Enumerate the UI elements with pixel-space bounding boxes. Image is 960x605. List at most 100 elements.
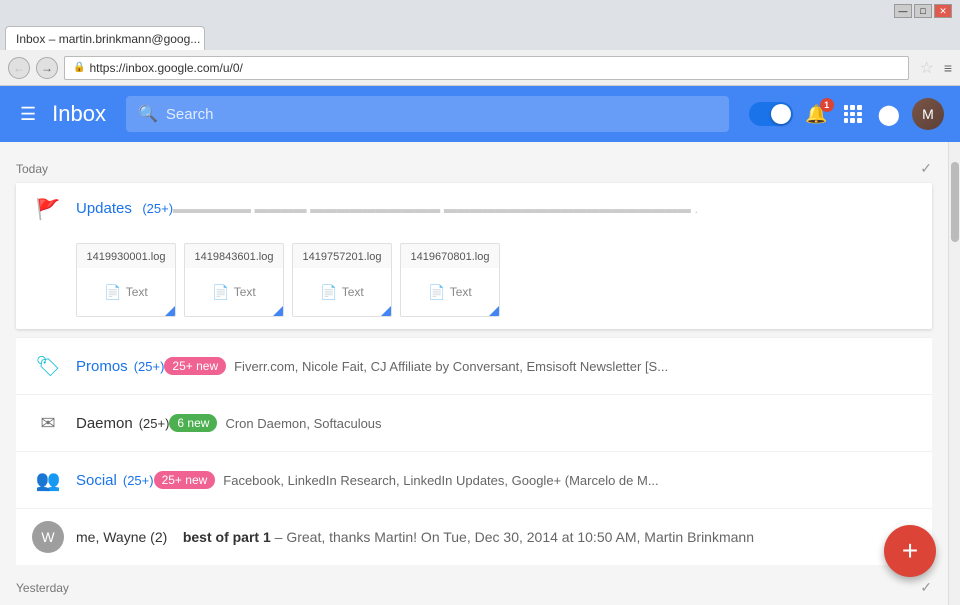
updates-bundle[interactable]: 🚩 Updates (25+) ▬▬▬▬▬▬ ▬▬▬▬ ▬▬▬▬▬▬▬▬▬▬ ▬… (16, 183, 932, 329)
wayne-subject: best of part 1 (183, 529, 271, 545)
grid-icon (844, 105, 862, 123)
attachment-1[interactable]: 1419930001.log 📄 Text (76, 243, 176, 317)
social-row[interactable]: 👥 Social (25+) 25+ new Facebook, LinkedI… (16, 451, 932, 508)
updates-count: (25+) (142, 201, 173, 216)
hamburger-button[interactable]: ☰ (16, 100, 40, 129)
attachment-1-type: Text (126, 285, 148, 299)
attachment-3-preview: 📄 Text (293, 268, 391, 316)
maximize-button[interactable]: □ (914, 4, 932, 18)
browser-menu-icon[interactable]: ≡ (944, 60, 952, 76)
nav-icons: 🔔 1 ⬤ M (749, 98, 944, 131)
lock-icon: 🔒 (73, 62, 85, 73)
doc-icon-1: 📄 (104, 284, 121, 301)
attachment-corner-2 (273, 306, 283, 316)
tag-symbol: 🏷 (35, 354, 60, 379)
doc-icon-2: 📄 (212, 284, 229, 301)
attachment-4-preview: 📄 Text (401, 268, 499, 316)
toggle-circle (771, 104, 791, 124)
grid-menu-button[interactable] (840, 101, 866, 127)
today-section-label: Today ✓ (16, 154, 932, 183)
scrollbar-thumb[interactable] (951, 162, 959, 242)
attachment-4-name: 1419670801.log (401, 244, 499, 268)
tag-icon: 🏷 (32, 350, 64, 382)
tab-title: Inbox – martin.brinkmann@goog... (16, 32, 200, 46)
browser-frame: — □ ✕ Inbox – martin.brinkmann@goog... ←… (0, 0, 960, 605)
daemon-title: Daemon (76, 415, 133, 432)
window-controls: — □ ✕ (894, 4, 952, 18)
envelope-icon: ✉ (32, 407, 64, 439)
promos-preview: Fiverr.com, Nicole Fait, CJ Affiliate by… (234, 359, 668, 374)
avatar-image: M (912, 98, 944, 130)
notification-button[interactable]: 🔔 1 (801, 100, 831, 129)
updates-preview: ▬▬▬▬▬▬ ▬▬▬▬ ▬▬▬▬▬▬▬▬▬▬ ▬▬▬▬▬▬▬▬▬▬▬▬▬▬▬▬▬… (173, 200, 916, 218)
bookmark-icon[interactable]: ☆ (919, 58, 933, 78)
browser-toolbar: ← → 🔒 https://inbox.google.com/u/0/ ☆ ≡ (0, 50, 960, 86)
toggle-button[interactable] (749, 102, 793, 126)
doc-icon-3: 📄 (320, 284, 337, 301)
attachment-corner-1 (165, 306, 175, 316)
wayne-sender: me, Wayne (2) best of part 1 – Great, th… (76, 529, 754, 545)
attachment-2-preview: 📄 Text (185, 268, 283, 316)
app-title: Inbox (52, 101, 106, 127)
attachment-3-name: 1419757201.log (293, 244, 391, 268)
attachment-3[interactable]: 1419757201.log 📄 Text (292, 243, 392, 317)
active-tab[interactable]: Inbox – martin.brinkmann@goog... (5, 26, 205, 50)
app-content: ☰ Inbox 🔍 Search 🔔 1 (0, 86, 960, 605)
main-content: Today ✓ 🚩 Updates (25+) ▬▬▬▬▬ (0, 142, 960, 605)
attachment-1-preview: 📄 Text (77, 268, 175, 316)
search-icon: 🔍 (138, 104, 158, 124)
daemon-row[interactable]: ✉ Daemon (25+) 6 new Cron Daemon, Softac… (16, 394, 932, 451)
daemon-preview: Cron Daemon, Softaculous (225, 416, 381, 431)
forward-button[interactable]: → (36, 57, 58, 79)
notification-badge: 1 (820, 98, 834, 112)
attachment-2-name: 1419843601.log (185, 244, 283, 268)
promos-title: Promos (76, 358, 128, 375)
close-button[interactable]: ✕ (934, 4, 952, 18)
daemon-badge: 6 new (169, 414, 217, 432)
social-content: 25+ new Facebook, LinkedIn Research, Lin… (154, 471, 916, 489)
yesterday-check-icon[interactable]: ✓ (920, 579, 932, 596)
daemon-content: 6 new Cron Daemon, Softaculous (169, 414, 916, 432)
updates-bundle-header[interactable]: 🚩 Updates (25+) ▬▬▬▬▬▬ ▬▬▬▬ ▬▬▬▬▬▬▬▬▬▬ ▬… (16, 183, 932, 235)
social-badge: 25+ new (154, 471, 216, 489)
attachment-3-type: Text (342, 285, 364, 299)
attachment-2[interactable]: 1419843601.log 📄 Text (184, 243, 284, 317)
address-bar[interactable]: 🔒 https://inbox.google.com/u/0/ (64, 56, 909, 80)
flag-icon: 🚩 (32, 193, 64, 225)
today-label: Today (16, 162, 48, 176)
attachment-corner-3 (381, 306, 391, 316)
yesterday-label: Yesterday (16, 581, 69, 595)
compose-fab[interactable]: + (884, 525, 936, 577)
circle-button[interactable]: ⬤ (874, 98, 904, 131)
attachment-4-type: Text (450, 285, 472, 299)
promos-badge: 25+ new (164, 357, 226, 375)
wayne-avatar-letter: W (32, 521, 64, 553)
back-button[interactable]: ← (8, 57, 30, 79)
attachment-1-name: 1419930001.log (77, 244, 175, 268)
yesterday-section-label: Yesterday ✓ (16, 573, 932, 602)
promos-count: (25+) (134, 359, 165, 374)
browser-tabs: Inbox – martin.brinkmann@goog... (0, 22, 960, 50)
minimize-button[interactable]: — (894, 4, 912, 18)
updates-title: Updates (76, 200, 132, 217)
social-preview: Facebook, LinkedIn Research, LinkedIn Up… (223, 473, 658, 488)
search-bar[interactable]: 🔍 Search (126, 96, 729, 132)
promos-row[interactable]: 🏷 Promos (25+) 25+ new Fiverr.com, Nicol… (16, 337, 932, 394)
wayne-avatar: W (32, 521, 64, 553)
wayne-preview: – Great, thanks Martin! On Tue, Dec 30, … (275, 529, 754, 545)
content-area: Today ✓ 🚩 Updates (25+) ▬▬▬▬▬ (0, 142, 948, 605)
scrollbar[interactable] (948, 142, 960, 605)
avatar[interactable]: M (912, 98, 944, 130)
people-icon: 👥 (32, 464, 64, 496)
envelope-symbol: ✉ (40, 413, 55, 434)
attachment-4[interactable]: 1419670801.log 📄 Text (400, 243, 500, 317)
updates-preview-text: ▬▬▬▬▬▬ ▬▬▬▬ ▬▬▬▬▬▬▬▬▬▬ ▬▬▬▬▬▬▬▬▬▬▬▬▬▬▬▬▬… (173, 201, 698, 216)
url-text: https://inbox.google.com/u/0/ (89, 61, 242, 75)
wayne-row[interactable]: W me, Wayne (2) best of part 1 – Great, … (16, 508, 932, 565)
attachment-corner-4 (489, 306, 499, 316)
doc-icon-4: 📄 (428, 284, 445, 301)
attachments-row: 1419930001.log 📄 Text 1419843601.log 📄 (16, 235, 932, 329)
flag-symbol: 🚩 (36, 197, 61, 222)
social-count: (25+) (123, 473, 154, 488)
today-check-icon[interactable]: ✓ (920, 160, 932, 177)
